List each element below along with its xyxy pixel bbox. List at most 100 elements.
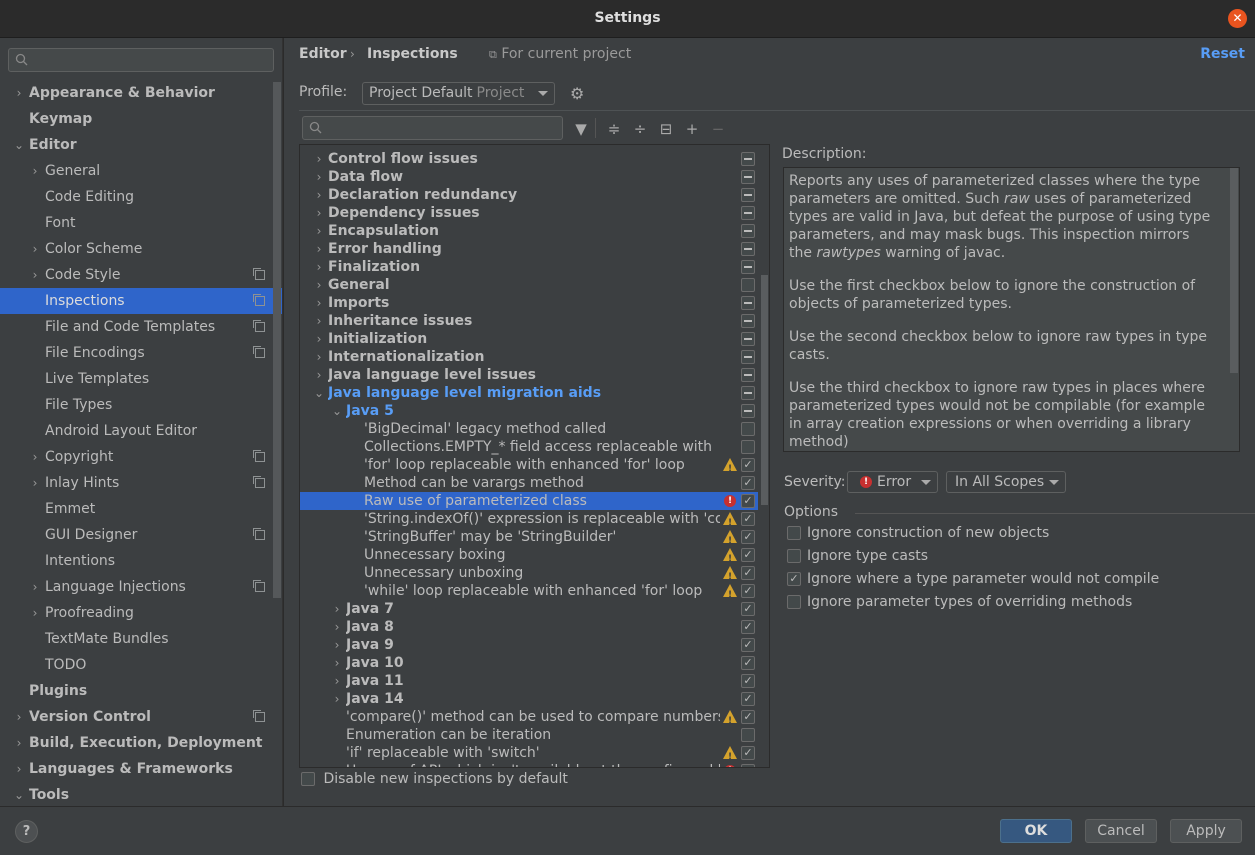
inspection-checkbox[interactable]: ✓	[741, 566, 755, 580]
inspection-checkbox[interactable]: ✓	[741, 458, 755, 472]
scope-dropdown[interactable]: In All Scopes	[946, 471, 1066, 493]
inspection-checkbox[interactable]: ✓	[741, 764, 755, 767]
filter-icon[interactable]: ▼	[572, 120, 590, 138]
inspection-checkbox[interactable]: ✓	[741, 476, 755, 490]
inspection-checkbox[interactable]: ✓	[741, 530, 755, 544]
inspection-checkbox[interactable]: ✓	[741, 638, 755, 652]
breadcrumb-editor[interactable]: Editor	[299, 46, 347, 62]
inspection-row[interactable]: › Java language level issues	[300, 366, 758, 384]
close-icon[interactable]: ✕	[1228, 9, 1247, 28]
chevron-right-icon[interactable]: ›	[331, 690, 343, 708]
inspection-row[interactable]: 'StringBuffer' may be 'StringBuilder' ✓	[300, 528, 758, 550]
inspection-row[interactable]: › Error handling	[300, 240, 758, 258]
inspection-row[interactable]: 'while' loop replaceable with enhanced '…	[300, 582, 758, 604]
chevron-right-icon[interactable]: ›	[313, 276, 325, 294]
chevron-right-icon[interactable]: ›	[29, 444, 41, 470]
inspection-checkbox[interactable]: ✓	[741, 656, 755, 670]
inspection-search-input[interactable]	[302, 116, 563, 140]
chevron-right-icon[interactable]: ›	[13, 756, 25, 782]
chevron-down-icon[interactable]: ⌄	[331, 402, 343, 420]
profile-dropdown[interactable]: Project Default Project	[362, 82, 555, 105]
chevron-right-icon[interactable]: ›	[313, 168, 325, 186]
inspection-row[interactable]: 'for' loop replaceable with enhanced 'fo…	[300, 456, 758, 478]
sidebar-item-appearance-behavior[interactable]: › Appearance & Behavior	[0, 80, 282, 106]
sidebar-item-file-encodings[interactable]: File Encodings	[0, 340, 282, 366]
sidebar-item-file-and-code-templates[interactable]: File and Code Templates	[0, 314, 282, 340]
inspection-row[interactable]: Enumeration can be iteration	[300, 726, 758, 744]
chevron-right-icon[interactable]: ›	[13, 80, 25, 106]
ok-button[interactable]: OK	[1000, 819, 1072, 843]
inspection-checkbox[interactable]: ✓	[741, 548, 755, 562]
sidebar-item-inspections[interactable]: Inspections	[0, 288, 282, 314]
tree-scrollbar[interactable]	[761, 275, 768, 505]
inspection-row[interactable]: › Inheritance issues	[300, 312, 758, 330]
inspection-row[interactable]: › Java 9 ✓	[300, 636, 758, 654]
inspection-checkbox[interactable]: ✓	[741, 692, 755, 706]
chevron-down-icon[interactable]: ⌄	[13, 132, 25, 158]
inspection-checkbox[interactable]	[741, 728, 755, 742]
inspection-checkbox[interactable]	[741, 404, 755, 418]
sidebar-item-proofreading[interactable]: › Proofreading	[0, 600, 282, 626]
option-checkbox[interactable]: ✓ Ignore where a type parameter would not…	[787, 569, 1159, 589]
inspection-row[interactable]: › Control flow issues	[300, 150, 758, 168]
chevron-right-icon[interactable]: ›	[29, 236, 41, 262]
help-button[interactable]: ?	[15, 820, 38, 843]
checkbox[interactable]: ✓	[787, 572, 801, 586]
inspection-row[interactable]: Usages of API which isn't available at t…	[300, 762, 758, 767]
sidebar-item-code-editing[interactable]: Code Editing	[0, 184, 282, 210]
inspection-row[interactable]: › Java 10 ✓	[300, 654, 758, 672]
inspection-checkbox[interactable]	[741, 188, 755, 202]
inspection-checkbox[interactable]	[741, 386, 755, 400]
sidebar-item-file-types[interactable]: File Types	[0, 392, 282, 418]
chevron-right-icon[interactable]: ›	[13, 704, 25, 730]
inspection-checkbox[interactable]	[741, 440, 755, 454]
add-icon[interactable]: +	[683, 120, 701, 138]
sidebar-item-font[interactable]: Font	[0, 210, 282, 236]
inspection-checkbox[interactable]: ✓	[741, 494, 755, 508]
option-checkbox[interactable]: Ignore parameter types of overriding met…	[787, 592, 1132, 612]
inspection-checkbox[interactable]: ✓	[741, 674, 755, 688]
chevron-right-icon[interactable]: ›	[313, 366, 325, 384]
sidebar-item-language-injections[interactable]: › Language Injections	[0, 574, 282, 600]
chevron-right-icon[interactable]: ›	[331, 654, 343, 672]
inspection-checkbox[interactable]	[741, 278, 755, 292]
reset-to-default-icon[interactable]: ⊟	[657, 120, 675, 138]
checkbox[interactable]	[787, 595, 801, 609]
chevron-right-icon[interactable]: ›	[331, 618, 343, 636]
inspection-checkbox[interactable]	[741, 368, 755, 382]
chevron-down-icon[interactable]: ⌄	[313, 384, 325, 402]
inspection-checkbox[interactable]	[741, 314, 755, 328]
sidebar-item-plugins[interactable]: Plugins	[0, 678, 282, 704]
inspection-checkbox[interactable]: ✓	[741, 746, 755, 760]
option-checkbox[interactable]: Ignore construction of new objects	[787, 523, 1049, 543]
gear-icon[interactable]: ⚙	[570, 84, 584, 103]
sidebar-item-android-layout-editor[interactable]: Android Layout Editor	[0, 418, 282, 444]
sidebar-item-inlay-hints[interactable]: › Inlay Hints	[0, 470, 282, 496]
inspection-checkbox[interactable]	[741, 224, 755, 238]
sidebar-item-keymap[interactable]: Keymap	[0, 106, 282, 132]
sidebar-item-intentions[interactable]: Intentions	[0, 548, 282, 574]
sidebar-item-editor[interactable]: ⌄ Editor	[0, 132, 282, 158]
sidebar-search-input[interactable]	[8, 48, 274, 72]
inspection-row[interactable]: ⌄ Java language level migration aids	[300, 384, 758, 402]
sidebar-item-copyright[interactable]: › Copyright	[0, 444, 282, 470]
chevron-right-icon[interactable]: ›	[29, 158, 41, 184]
sidebar-item-color-scheme[interactable]: › Color Scheme	[0, 236, 282, 262]
chevron-right-icon[interactable]: ›	[313, 240, 325, 258]
inspection-checkbox[interactable]: ✓	[741, 710, 755, 724]
sidebar-item-languages-frameworks[interactable]: › Languages & Frameworks	[0, 756, 282, 782]
chevron-right-icon[interactable]: ›	[313, 348, 325, 366]
chevron-right-icon[interactable]: ›	[313, 330, 325, 348]
sidebar-item-tools[interactable]: ⌄ Tools	[0, 782, 282, 806]
inspection-checkbox[interactable]	[741, 152, 755, 166]
sidebar-item-general[interactable]: › General	[0, 158, 282, 184]
expand-all-icon[interactable]: ≑	[605, 120, 623, 138]
inspection-checkbox[interactable]: ✓	[741, 512, 755, 526]
sidebar-item-todo[interactable]: TODO	[0, 652, 282, 678]
chevron-right-icon[interactable]: ›	[313, 150, 325, 168]
inspection-row[interactable]: › Java 14 ✓	[300, 690, 758, 708]
inspection-row[interactable]: Unnecessary boxing ✓	[300, 546, 758, 568]
inspection-row[interactable]: 'BigDecimal' legacy method called	[300, 420, 758, 438]
sidebar-item-gui-designer[interactable]: GUI Designer	[0, 522, 282, 548]
chevron-right-icon[interactable]: ›	[331, 600, 343, 618]
